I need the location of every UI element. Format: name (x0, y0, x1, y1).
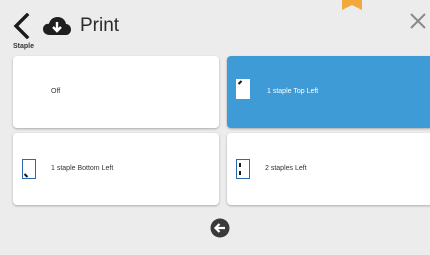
back-button[interactable] (11, 12, 33, 40)
page-title: Print (80, 15, 120, 36)
header: Print (0, 0, 430, 44)
option-1-staple-bottom-left[interactable]: 1 staple Bottom Left (13, 133, 219, 205)
two-staples-left-icon (236, 159, 250, 179)
close-icon (410, 13, 426, 29)
option-1-staple-top-left[interactable]: 1 staple Top Left (227, 56, 430, 128)
option-2-staples-left[interactable]: 2 staples Left (227, 133, 430, 205)
option-label: Off (51, 88, 61, 95)
close-button[interactable] (410, 13, 426, 29)
arrow-left-circle-icon (210, 218, 230, 238)
option-off[interactable]: Off (13, 56, 219, 128)
staple-top-left-icon (236, 79, 250, 99)
chevron-left-icon (13, 12, 30, 40)
flag-icon (342, 0, 362, 10)
cloud-download-icon[interactable] (42, 15, 72, 37)
option-label: 2 staples Left (265, 165, 307, 172)
bottom-back-button[interactable] (210, 218, 230, 238)
option-label: 1 staple Bottom Left (51, 165, 114, 172)
staple-bottom-left-icon (22, 159, 36, 179)
option-label: 1 staple Top Left (267, 88, 319, 95)
section-label-staple: Staple (13, 43, 35, 50)
